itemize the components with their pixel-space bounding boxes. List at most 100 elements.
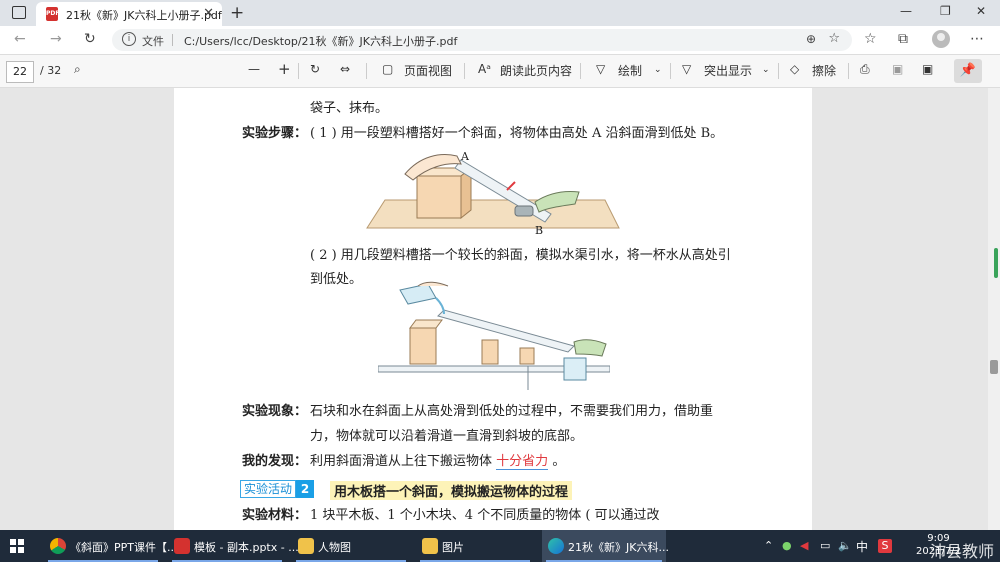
pdf-icon: PDF xyxy=(46,7,59,21)
pin-toolbar-icon[interactable]: 📌 xyxy=(954,59,982,83)
activity-tag: 实验活动 2 xyxy=(240,480,315,498)
minimize-icon[interactable]: — xyxy=(900,4,912,18)
forward-icon[interactable]: → xyxy=(50,31,62,47)
info-icon[interactable]: i xyxy=(122,32,136,46)
phenomenon-line2: 力，物体就可以沿着滑道一直滑到斜坡的底部。 xyxy=(310,429,584,444)
taskbar-app-chrome[interactable]: 《斜面》PPT课件【... xyxy=(44,530,177,562)
tray-chevron-icon[interactable]: ⌃ xyxy=(764,539,773,552)
address-bar: ← → ↻ i 文件 C:/Users/lcc/Desktop/21秋《新》JK… xyxy=(0,26,1000,55)
figure-incline-slide: A B xyxy=(366,150,620,236)
close-tab-icon[interactable]: ✕ xyxy=(203,6,214,21)
restore-icon[interactable]: ❐ xyxy=(940,4,951,18)
tab-actions-icon[interactable] xyxy=(12,6,26,19)
taskbar-app-folder-people[interactable]: 人物图 xyxy=(292,530,410,562)
zoom-in-icon[interactable]: + xyxy=(278,60,291,78)
phenomenon-line1: 石块和水在斜面上从高处滑到低处的过程中，不需要我们用力，借助重 xyxy=(310,404,714,419)
phenomenon-label: 实验现象： xyxy=(242,404,308,419)
toolbar-divider xyxy=(298,63,299,79)
materials-text: 1 块平木板、1 个小木块、4 个不同质量的物体 ( 可以通过改 xyxy=(310,508,660,523)
finding-line: 利用斜面滑道从上往下搬运物体 十分省力 。 xyxy=(310,450,566,470)
draw-icon[interactable]: ▽ xyxy=(596,62,605,76)
tray-app-icon[interactable]: ● xyxy=(782,539,792,552)
toolbar-divider xyxy=(848,63,849,79)
new-tab-icon[interactable]: + xyxy=(230,3,244,23)
step2-line2: 到低处。 xyxy=(310,272,363,287)
taskbar-app-wps[interactable]: 模板 - 副本.pptx - ... xyxy=(168,530,299,562)
toolbar-divider xyxy=(670,63,671,79)
finding-text: 利用斜面滑道从上往下搬运物体 xyxy=(310,454,493,469)
finding-label: 我的发现： xyxy=(242,454,308,469)
highlight-button[interactable]: 突出显示 xyxy=(704,62,752,79)
steps-label: 实验步骤： xyxy=(242,126,308,141)
back-icon[interactable]: ← xyxy=(14,31,26,47)
step2-line1: ( 2 ) 用几段塑料槽搭一个较长的斜面，模拟水渠引水，将一杯水从高处引 xyxy=(310,248,731,263)
favorite-star-icon[interactable]: ☆ xyxy=(828,31,840,46)
text-line-materials-end: 袋子、抹布。 xyxy=(310,101,389,116)
zoom-out-icon[interactable]: — xyxy=(248,62,260,76)
url-field[interactable]: i 文件 C:/Users/lcc/Desktop/21秋《新》JK六科上小册子… xyxy=(112,29,852,51)
figure-water-channel xyxy=(378,281,610,390)
windows-start-icon[interactable] xyxy=(10,539,24,553)
taskbar: 《斜面》PPT课件【... 模板 - 副本.pptx - ... 人物图 图片 … xyxy=(0,530,1000,562)
scrollbar[interactable] xyxy=(988,88,1000,530)
taskbar-app-label: 图片 xyxy=(442,541,464,554)
highlight-dropdown-icon[interactable]: ⌄ xyxy=(762,65,770,75)
finding-end: 。 xyxy=(552,454,566,469)
read-aloud-icon[interactable]: Aᵃ xyxy=(478,62,491,76)
tab-title: 21秋《新》JK六科上小册子.pdf xyxy=(66,9,222,22)
scroll-marker xyxy=(994,248,998,278)
print-icon[interactable]: ⎙ xyxy=(860,62,870,77)
eraser-icon[interactable]: ◇ xyxy=(790,62,799,76)
more-menu-icon[interactable]: ⋯ xyxy=(970,31,984,47)
wps-presentation-icon xyxy=(174,538,190,554)
ime-indicator[interactable]: 中 xyxy=(856,538,868,555)
save-as-icon[interactable]: ▣ xyxy=(922,62,933,76)
page-view-icon[interactable]: ▢ xyxy=(382,62,393,76)
page-total: / 32 xyxy=(40,64,62,77)
watermark: 沛县教师 xyxy=(930,542,995,561)
profile-avatar[interactable] xyxy=(932,30,950,48)
url-text[interactable]: C:/Users/lcc/Desktop/21秋《新》JK六科上小册子.pdf xyxy=(184,33,457,49)
network-icon[interactable]: ▭ xyxy=(820,539,830,552)
search-icon[interactable]: ⌕ xyxy=(74,62,81,77)
activity-title: 用木板搭一个斜面，模拟搬运物体的过程 xyxy=(330,481,573,500)
zoom-icon[interactable]: ⊕ xyxy=(806,32,816,46)
pdf-toolbar: 22 / 32 ⌕ — + ↻ ⇔ ▢ 页面视图 Aᵃ 朗读此页内容 ▽ 绘制 … xyxy=(0,55,1000,88)
erase-button[interactable]: 擦除 xyxy=(812,62,836,79)
save-icon[interactable]: ▣ xyxy=(892,62,903,76)
folder-icon xyxy=(422,538,438,554)
materials-label: 实验材料： xyxy=(242,508,308,523)
activity-tag-number: 2 xyxy=(296,480,315,498)
taskbar-app-label: 《斜面》PPT课件【... xyxy=(70,541,178,554)
close-window-icon[interactable]: ✕ xyxy=(976,4,986,18)
highlight-icon[interactable]: ▽ xyxy=(682,62,691,76)
taskbar-app-edge[interactable]: 21秋《新》JK六科... xyxy=(542,530,669,562)
edge-icon xyxy=(548,538,564,554)
read-aloud-button[interactable]: 朗读此页内容 xyxy=(500,62,572,79)
finding-answer: 十分省力 xyxy=(496,454,549,470)
taskbar-app-label: 模板 - 副本.pptx - ... xyxy=(194,541,299,554)
page-view-button[interactable]: 页面视图 xyxy=(404,62,452,79)
chrome-icon xyxy=(50,538,66,554)
speaker-icon[interactable]: 🔈 xyxy=(838,539,852,552)
tab-bar: PDF 21秋《新》JK六科上小册子.pdf ✕ + — ❐ ✕ xyxy=(0,0,1000,26)
toolbar-divider xyxy=(366,63,367,79)
figure-label-a: A xyxy=(460,150,470,163)
folder-icon xyxy=(298,538,314,554)
input-method-icon[interactable]: S xyxy=(878,539,892,553)
rotate-icon[interactable]: ↻ xyxy=(310,62,320,76)
favorites-icon[interactable]: ☆ xyxy=(864,31,877,47)
tab-pdf[interactable]: PDF 21秋《新》JK六科上小册子.pdf ✕ xyxy=(36,2,222,26)
taskbar-app-folder-images[interactable]: 图片 xyxy=(416,530,534,562)
draw-dropdown-icon[interactable]: ⌄ xyxy=(654,65,662,75)
toolbar-divider xyxy=(778,63,779,79)
refresh-icon[interactable]: ↻ xyxy=(84,31,96,47)
toolbar-divider xyxy=(580,63,581,79)
page-number-input[interactable]: 22 xyxy=(6,61,34,83)
toolbar-divider xyxy=(464,63,465,79)
tray-volume-app-icon[interactable]: ◀ xyxy=(800,539,808,552)
collections-icon[interactable]: ⧉ xyxy=(898,31,908,47)
fit-page-icon[interactable]: ⇔ xyxy=(340,62,350,76)
scrollbar-thumb[interactable] xyxy=(990,360,998,374)
draw-button[interactable]: 绘制 xyxy=(618,62,642,79)
